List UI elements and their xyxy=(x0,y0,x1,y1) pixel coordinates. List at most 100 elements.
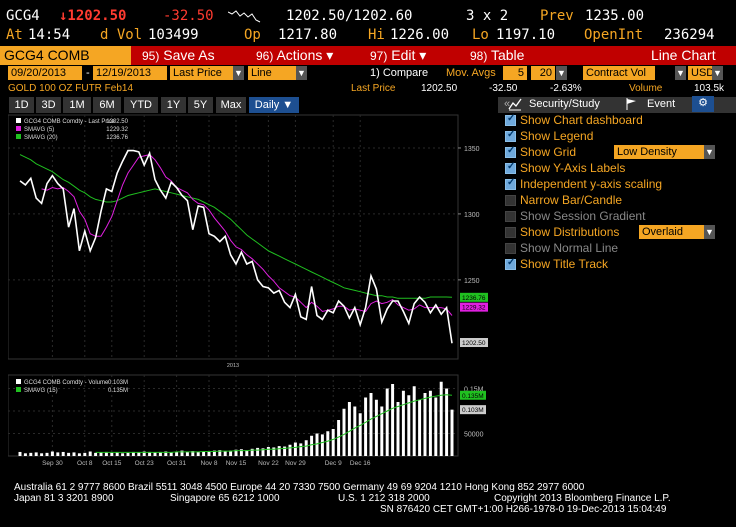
legend-swatch xyxy=(16,134,21,139)
volume-bar xyxy=(88,451,92,456)
security-description: GOLD 100 OZ FUTR Feb14 xyxy=(8,83,134,94)
opt-show-grid[interactable]: Show Grid Low Density ▼ xyxy=(505,145,725,160)
volume-bar xyxy=(223,451,227,456)
chevron-down-icon[interactable]: ▼ xyxy=(704,145,715,159)
chart-type-label[interactable]: Line Chart xyxy=(651,46,716,65)
tab-6m[interactable]: 6M xyxy=(93,97,121,113)
currency-select[interactable]: USD xyxy=(688,66,714,80)
volume-bar xyxy=(288,444,292,456)
legend-value: 1229.32 xyxy=(106,127,128,133)
tab-1d[interactable]: 1D xyxy=(9,97,34,113)
tab-daily[interactable]: Daily ▼ xyxy=(249,97,299,113)
checkbox-icon[interactable] xyxy=(505,177,516,190)
volume-bar xyxy=(23,453,27,456)
tab-3d[interactable]: 3D xyxy=(36,97,61,113)
checkbox-icon[interactable] xyxy=(505,113,516,126)
chevron-down-icon[interactable]: ▼ xyxy=(675,66,686,80)
chevron-down-icon[interactable]: ▼ xyxy=(296,66,307,80)
end-date-field[interactable]: 12/19/2013 xyxy=(93,66,167,80)
chevron-down-icon[interactable]: ▼ xyxy=(704,225,715,239)
legend-swatch xyxy=(16,126,21,131)
volume-field-select[interactable]: Contract Vol xyxy=(583,66,655,80)
volume-bar xyxy=(175,451,179,456)
security-input[interactable]: GCG4 COMB Comdt xyxy=(0,46,131,79)
x-tick-label: Nov 29 xyxy=(285,460,306,467)
tab-5y[interactable]: 5Y xyxy=(188,97,213,113)
opt-show-distributions[interactable]: Show Distributions Overlaid ▼ xyxy=(505,225,725,240)
high-label: Hi xyxy=(368,27,385,43)
volume-legend-swatch xyxy=(16,379,21,384)
volume-bar xyxy=(326,431,330,456)
volume-bar xyxy=(126,452,130,456)
command-bar: GCG4 COMB Comdt 95) Save As 96) Actions … xyxy=(0,46,736,79)
compare-button[interactable]: 1) Compare xyxy=(370,66,428,80)
checkbox-icon[interactable] xyxy=(505,257,516,270)
actions-label: Actions ▾ xyxy=(276,47,334,63)
volume-bar xyxy=(342,408,346,456)
volume-bar xyxy=(169,452,173,456)
volume-bar xyxy=(256,447,260,456)
volume-bar xyxy=(137,452,141,456)
chevron-down-icon[interactable]: ▼ xyxy=(712,66,723,80)
volume-bar xyxy=(293,442,297,456)
tab-1y[interactable]: 1Y xyxy=(161,97,186,113)
volume-bar xyxy=(385,388,389,456)
volume-bar xyxy=(358,413,362,456)
tab-1m[interactable]: 1M xyxy=(63,97,91,113)
legend-value: 1202.50 xyxy=(106,119,128,125)
volume-bar xyxy=(121,453,125,456)
volume-bar xyxy=(34,452,38,456)
open-label: Op xyxy=(244,27,261,43)
volume-bar xyxy=(45,452,49,456)
chevron-down-icon[interactable]: ▼ xyxy=(556,66,567,80)
bid-ask: 1202.50/1202.60 xyxy=(286,8,413,24)
legend-value: 1236.76 xyxy=(106,135,128,141)
x-tick-label: Nov 22 xyxy=(258,460,279,467)
volume-bar xyxy=(391,384,395,456)
style-select[interactable]: Line xyxy=(248,66,296,80)
net-change: -32.50 xyxy=(163,8,214,24)
tab-max[interactable]: Max xyxy=(216,97,246,113)
edit-button[interactable]: 97) Edit ▾ xyxy=(370,46,426,65)
volume-bar xyxy=(374,399,378,456)
checkbox-icon[interactable] xyxy=(505,227,516,238)
volume-bar xyxy=(320,434,324,456)
mavg1-field[interactable]: 5 xyxy=(503,66,527,80)
field-select[interactable]: Last Price xyxy=(170,66,233,80)
table-label: Table xyxy=(490,47,525,63)
chevron-down-icon[interactable]: ▼ xyxy=(233,66,244,80)
grid-density-select[interactable]: Low Density xyxy=(614,145,704,159)
chart-svg[interactable]: 1250130013501236.761229.321202.50GCG4 CO… xyxy=(7,113,491,468)
checkbox-icon[interactable] xyxy=(505,145,516,158)
volume-bar xyxy=(196,451,200,456)
gear-icon[interactable]: ⚙ xyxy=(692,96,714,112)
volume-panel-frame xyxy=(7,374,459,457)
quote-line-2: At 14:54 d Vol 103499 Op 1217.80 Hi 1226… xyxy=(0,27,736,46)
opt-label: Show Title Track xyxy=(520,257,609,271)
footer-line-2c: U.S. 1 212 318 2000 xyxy=(338,493,430,504)
bid-ask-size: 3 x 2 xyxy=(466,8,509,24)
checkbox-icon[interactable] xyxy=(505,129,516,142)
save-as-label: Save As xyxy=(163,47,215,63)
x-tick-label: Dec 16 xyxy=(350,460,371,467)
tab-event[interactable]: Event xyxy=(647,98,675,110)
volume-bar xyxy=(94,452,98,456)
price-volume-chart[interactable]: 1250 1300 1350 1236.76 1229.32 1202.50 GCG4 CO… xyxy=(7,113,491,468)
save-as-button[interactable]: 95) Save As xyxy=(142,46,215,65)
volume-bar xyxy=(450,409,454,456)
start-date-field[interactable]: 09/20/2013 xyxy=(8,66,82,80)
low-label: Lo xyxy=(472,27,489,43)
checkbox-icon[interactable] xyxy=(505,161,516,174)
table-button[interactable]: 98) Table xyxy=(470,46,524,65)
mavg2-field[interactable]: 20 xyxy=(531,66,555,80)
volume-bar xyxy=(40,453,44,456)
volume-legend-swatch xyxy=(16,387,21,392)
x-tick-label: Nov 15 xyxy=(226,460,247,467)
actions-button[interactable]: 96) Actions ▾ xyxy=(256,46,333,65)
tab-ytd[interactable]: YTD xyxy=(124,97,158,113)
tab-security-study[interactable]: Security/Study xyxy=(529,98,600,110)
checkbox-icon[interactable] xyxy=(505,195,516,206)
distributions-select[interactable]: Overlaid xyxy=(639,225,704,239)
price-panel-frame xyxy=(7,114,459,360)
footer-line-3: SN 876420 CET GMT+1:00 H266-1978-0 19-De… xyxy=(380,504,667,515)
